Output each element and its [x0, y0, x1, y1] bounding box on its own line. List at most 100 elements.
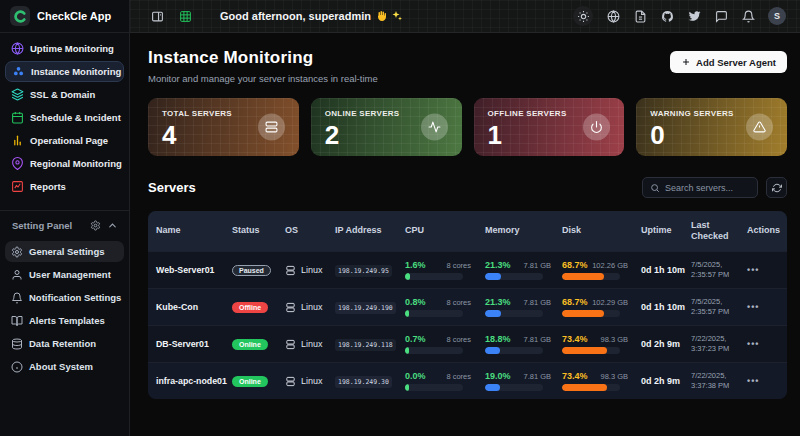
sidebar-item-label: Schedule & Incident: [30, 112, 121, 123]
server-last-checked: 7/5/2025,2:35:57 PM: [691, 260, 747, 281]
bell-icon: [11, 292, 23, 304]
docs-icon[interactable]: [633, 9, 647, 23]
server-disk: 68.7%102.29 GB: [562, 297, 641, 317]
column-header-os: OS: [285, 225, 335, 236]
sidebar-nav: Uptime MonitoringInstance Monitoring SSL …: [0, 33, 129, 197]
chat-icon[interactable]: [714, 9, 728, 23]
search-servers-box[interactable]: [642, 177, 758, 198]
sidebar-item-ssl-domain[interactable]: SSL & Domain: [5, 84, 124, 105]
server-name: Kube-Con: [156, 302, 232, 312]
row-actions-button[interactable]: •••: [747, 302, 787, 312]
column-header-uptime: Uptime: [641, 225, 691, 236]
server-ip: 198.19.249.118: [335, 339, 405, 349]
cluster-icon: [12, 65, 25, 78]
server-memory: 19.0%7.81 GB: [485, 371, 562, 391]
server-ip: 198.19.249.190: [335, 302, 405, 312]
sidebar-item-label: Reports: [30, 181, 66, 192]
language-globe-icon[interactable]: [606, 9, 620, 23]
column-header-disk: Disk: [562, 225, 641, 236]
map-pin-icon: [11, 157, 24, 170]
page-subtitle: Monitor and manage your server instances…: [148, 73, 378, 84]
server-memory: 18.8%7.81 GB: [485, 334, 562, 354]
theme-toggle-icon[interactable]: [573, 6, 593, 26]
servers-table: NameStatusOSIP AddressCPUMemoryDiskUptim…: [148, 211, 787, 399]
bar-chart-icon: [11, 134, 24, 147]
server-name: Web-Server01: [156, 265, 232, 275]
server-row-infra-apc-node01[interactable]: infra-apc-node01Online Linux198.19.249.30…: [148, 362, 787, 399]
add-server-agent-button[interactable]: Add Server Agent: [670, 51, 787, 73]
server-row-kube-con[interactable]: Kube-ConOfflineLinux198.19.249.1900.8%8 …: [148, 288, 787, 325]
github-icon[interactable]: [660, 9, 674, 23]
row-actions-button[interactable]: •••: [747, 339, 787, 349]
search-servers-input[interactable]: [665, 183, 750, 193]
server-os: Linux: [285, 376, 335, 387]
status-badge: Online: [232, 376, 268, 387]
server-memory: 21.3%7.81 GB: [485, 260, 562, 280]
settings-item-user-management[interactable]: User Management: [5, 264, 124, 285]
database-icon: [11, 338, 23, 350]
servers-icon: [258, 114, 285, 141]
server-disk: 73.4%98.3 GB: [562, 371, 641, 391]
sidebar-item-reports[interactable]: Reports: [5, 176, 124, 197]
settings-item-notification-settings[interactable]: Notification Settings: [5, 287, 124, 308]
stat-card-offline-servers[interactable]: OFFLINE SERVERS1: [474, 98, 625, 156]
row-actions-button[interactable]: •••: [747, 376, 787, 386]
sidebar-item-label: SSL & Domain: [30, 89, 95, 100]
stat-card-online-servers[interactable]: ONLINE SERVERS2: [311, 98, 462, 156]
sidebar-item-label: Operational Page: [30, 135, 108, 146]
settings-panel-header[interactable]: Setting Panel: [0, 211, 129, 235]
server-disk: 68.7%102.26 GB: [562, 260, 641, 280]
server-last-checked: 7/22/2025,3:37:38 PM: [691, 371, 747, 392]
grid-view-icon[interactable]: [178, 9, 192, 23]
twitter-icon[interactable]: [687, 9, 701, 23]
server-cpu: 0.7%8 cores: [405, 334, 485, 354]
servers-section-title: Servers: [148, 180, 196, 195]
settings-item-label: Alerts Templates: [29, 315, 105, 326]
refresh-button[interactable]: [766, 177, 787, 198]
content: Instance Monitoring Monitor and manage y…: [130, 33, 800, 436]
bell-icon[interactable]: [741, 9, 755, 23]
book-icon: [11, 315, 23, 327]
settings-item-alerts-templates[interactable]: Alerts Templates: [5, 310, 124, 331]
server-name: infra-apc-node01: [156, 376, 232, 386]
os-icon: [285, 265, 296, 276]
settings-nav: General Settings User Management Notificat…: [0, 235, 129, 377]
server-cpu: 0.8%8 cores: [405, 297, 485, 317]
app-logo[interactable]: CheckCle App: [0, 0, 129, 33]
calendar-icon: [11, 111, 24, 124]
settings-item-label: User Management: [29, 269, 111, 280]
stat-card-warning-servers[interactable]: WARNING SERVERS0: [636, 98, 787, 156]
settings-item-data-retention[interactable]: Data Retention: [5, 333, 124, 354]
sidebar-item-uptime-monitoring[interactable]: Uptime Monitoring: [5, 38, 124, 59]
activity-icon: [421, 114, 448, 141]
os-icon: [285, 302, 296, 313]
settings-item-general-settings[interactable]: General Settings: [5, 241, 124, 262]
server-row-db-server01[interactable]: DB-Server01OnlineLinux198.19.249.1180.7%…: [148, 325, 787, 362]
server-row-web-server01[interactable]: Web-Server01PausedLinux198.19.249.951.6%…: [148, 251, 787, 288]
app-root: CheckCle App Uptime MonitoringInstance M…: [0, 0, 800, 436]
power-icon: [583, 114, 610, 141]
server-status: Online: [232, 376, 285, 387]
sidebar-item-operational-page[interactable]: Operational Page: [5, 130, 124, 151]
stat-card-total-servers[interactable]: TOTAL SERVERS4: [148, 98, 299, 156]
server-cpu: 0.0%8 cores: [405, 371, 485, 391]
row-actions-button[interactable]: •••: [747, 265, 787, 275]
greeting-text: Good afternoon, superadmin: [220, 10, 403, 22]
settings-panel-label: Setting Panel: [12, 220, 72, 231]
chevron-up-icon[interactable]: [107, 220, 118, 231]
server-os: Linux: [285, 265, 335, 276]
sidebar-item-instance-monitoring[interactable]: Instance Monitoring: [5, 61, 124, 82]
sidebar-item-schedule-incident[interactable]: Schedule & Incident: [5, 107, 124, 128]
column-header-status: Status: [232, 225, 285, 236]
main-area: Good afternoon, superadmin: [130, 0, 800, 436]
settings-item-about-system[interactable]: About System: [5, 356, 124, 377]
os-icon: [285, 376, 296, 387]
sidebar-toggle-icon[interactable]: [150, 9, 164, 23]
sidebar-item-regional-monitoring[interactable]: Regional Monitoring: [5, 153, 124, 174]
status-badge: Online: [232, 339, 268, 350]
gear-icon[interactable]: [90, 220, 101, 231]
server-ip: 198.19.249.30: [335, 376, 405, 386]
page-title: Instance Monitoring: [148, 48, 378, 68]
avatar[interactable]: S: [768, 7, 786, 25]
settings-item-label: Notification Settings: [29, 292, 121, 303]
